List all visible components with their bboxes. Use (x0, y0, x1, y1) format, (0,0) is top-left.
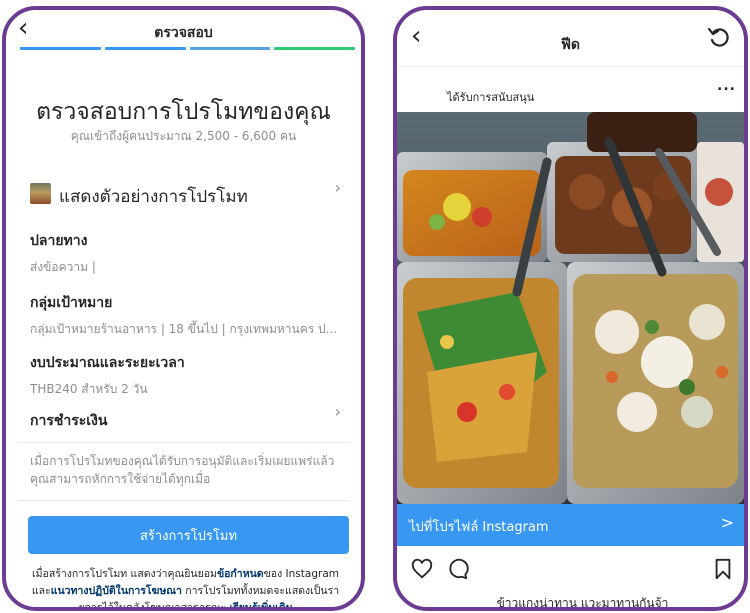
progress-segment-2 (104, 47, 186, 50)
terms-text: และ (31, 585, 51, 597)
budget-section[interactable]: งบประมาณและระยะเวลา THB240 สำหรับ 2 วัน (30, 352, 347, 399)
budget-value: THB240 สำหรับ 2 วัน (30, 382, 148, 396)
audience-value: กลุ่มเป้าหมายร้านอาหาร | 18 ขึ้นไป | กรุ… (30, 322, 338, 336)
ad-guidelines-link[interactable]: แนวทางปฏิบัติในการโฆษณา (51, 585, 182, 597)
terms-text: เมื่อสร้างการโปรโมท แสดงว่าคุณยินยอม (32, 568, 217, 580)
cta-label: ไปที่โปรไฟล์ Instagram (409, 520, 549, 535)
budget-title: งบประมาณและระยะเวลา (30, 355, 185, 371)
divider (397, 66, 744, 67)
comment-icon[interactable] (447, 558, 469, 580)
learn-more-link[interactable]: เรียนรู้เพิ่มเติม (230, 602, 293, 607)
terms-text: ยการไว้ในคลังโฆษณาสาธารณะ (78, 602, 230, 611)
heart-icon[interactable] (411, 558, 433, 580)
review-title: ตรวจสอบ (154, 25, 213, 41)
preview-promotion-label: แสดงตัวอย่างการโปรโมท (59, 187, 248, 207)
divider (18, 442, 349, 443)
progress-segment-3 (189, 47, 271, 50)
review-headline: ตรวจสอบการโปรโมทของคุณ (36, 99, 331, 125)
chevron-right-icon: › (334, 178, 341, 197)
review-screen: ‹ ตรวจสอบ ตรวจสอบการโปรโมทของคุณ คุณเข้า… (2, 6, 365, 611)
audience-section[interactable]: กลุ่มเป้าหมาย กลุ่มเป้าหมายร้านอาหาร | 1… (30, 292, 347, 339)
destination-section[interactable]: ปลายทาง ส่งข้อความ | (30, 230, 347, 277)
reach-estimate: คุณเข้าถึงผู้คนประมาณ 2,500 - 6,600 คน (70, 129, 297, 143)
more-dots-icon[interactable]: ... (717, 78, 736, 94)
promotion-thumbnail (30, 183, 51, 204)
feed-preview-screen: ‹ ฟีด ได้รับการสนับสนุน ... ไปที่โปรไฟล์… (393, 6, 748, 611)
progress-segment-4 (274, 47, 355, 50)
destination-title: ปลายทาง (30, 233, 88, 249)
chevron-right-icon: > (720, 513, 734, 532)
terms-text: การโปรโมททั้งหมดจะแสดงเป็นรา (181, 585, 340, 597)
payment-row[interactable]: การชำระเงิน › (30, 402, 345, 430)
terms-link[interactable]: ข้อกำหนด (217, 568, 264, 580)
preview-promotion-row[interactable]: แสดงตัวอย่างการโปรโมท › (30, 178, 345, 207)
food-tray-photo (397, 112, 744, 504)
divider (18, 500, 349, 501)
terms-text: ของ Instagram (263, 568, 339, 580)
terms-notice: เมื่อสร้างการโปรโมท แสดงว่าคุณยินยอมข้อก… (20, 566, 351, 611)
visit-instagram-profile-button[interactable]: ไปที่โปรไฟล์ Instagram > (397, 504, 744, 546)
post-caption: ข้าวแกงน่าทาน แวะมาทานกันจ้า (496, 596, 669, 610)
bookmark-icon[interactable] (712, 558, 734, 580)
payment-title: การชำระเงิน (30, 413, 108, 429)
step-progress-bar (20, 47, 355, 50)
feed-title: ฟีด (560, 37, 580, 53)
approval-info-text: เมื่อการโปรโมทของคุณได้รับการอนุมัติและเ… (30, 454, 335, 486)
refresh-icon[interactable] (706, 24, 732, 50)
sponsored-label: ได้รับการสนับสนุน (447, 91, 535, 104)
audience-title: กลุ่มเป้าหมาย (30, 295, 113, 311)
progress-segment-1 (20, 47, 101, 50)
destination-value: ส่งข้อความ | (30, 260, 96, 274)
food-photo-illustration (397, 112, 744, 504)
review-header: ‹ ตรวจสอบ (6, 10, 361, 50)
chevron-right-icon: › (334, 402, 341, 421)
create-promotion-button[interactable]: สร้างการโปรโมท (28, 516, 349, 554)
post-actions (397, 558, 744, 588)
